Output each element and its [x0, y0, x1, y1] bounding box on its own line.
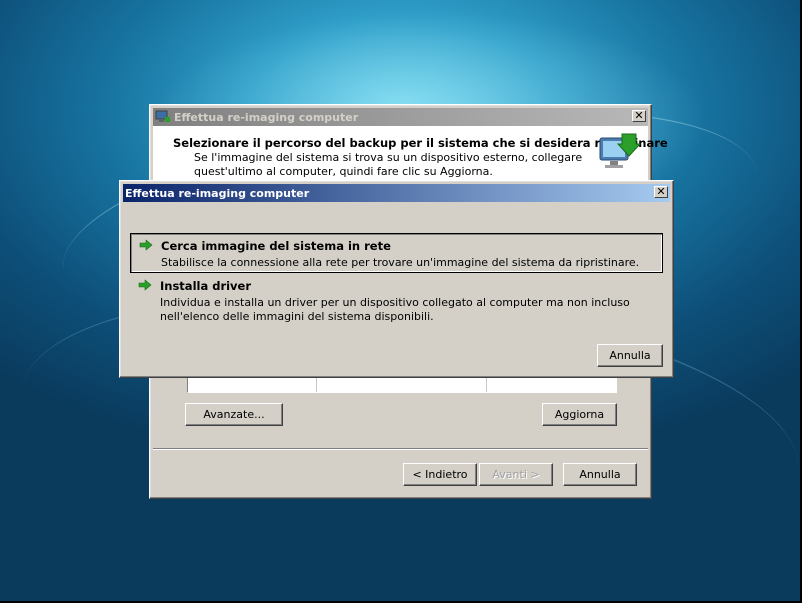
option-description: Stabilisce la connessione alla rete per … — [161, 256, 640, 269]
dialog-title-bar[interactable]: Effettua re-imaging computer ✕ — [123, 184, 670, 202]
advanced-options-dialog: Effettua re-imaging computer ✕ Cerca imm… — [119, 180, 674, 378]
wizard-title: Effettua re-imaging computer — [174, 110, 359, 124]
option-install-driver[interactable]: Installa driver Individua e installa un … — [130, 274, 663, 324]
option-title: Installa driver — [160, 279, 252, 293]
wizard-header-description: Se l'immagine del sistema si trova su un… — [194, 151, 583, 178]
option-search-network-image[interactable]: Cerca immagine del sistema in rete Stabi… — [130, 233, 663, 273]
wizard-header-title: Selezionare il percorso del backup per i… — [173, 136, 668, 150]
refresh-button[interactable]: Aggiorna — [542, 403, 617, 426]
close-icon: ✕ — [634, 109, 644, 122]
footer-divider — [153, 448, 648, 450]
wizard-app-icon — [155, 110, 170, 122]
wizard-header: Selezionare il percorso del backup per i… — [153, 126, 668, 186]
close-icon: ✕ — [656, 185, 666, 198]
dialog-cancel-button[interactable]: Annulla — [597, 344, 663, 367]
wizard-title-bar[interactable]: Effettua re-imaging computer ✕ — [153, 108, 648, 126]
backup-computer-icon — [599, 133, 642, 168]
back-button[interactable]: < Indietro — [403, 463, 477, 486]
green-arrow-icon — [138, 279, 152, 291]
wizard-close-button[interactable]: ✕ — [632, 110, 646, 122]
wizard-cancel-button[interactable]: Annulla — [563, 463, 637, 486]
dialog-close-button[interactable]: ✕ — [654, 186, 668, 198]
green-arrow-icon — [139, 239, 153, 251]
option-title: Cerca immagine del sistema in rete — [161, 239, 391, 253]
option-description: Individua e installa un driver per un di… — [160, 296, 630, 323]
dialog-title: Effettua re-imaging computer — [125, 186, 310, 200]
next-button[interactable]: Avanti > — [479, 463, 553, 486]
advanced-button[interactable]: Avanzate... — [185, 403, 283, 426]
